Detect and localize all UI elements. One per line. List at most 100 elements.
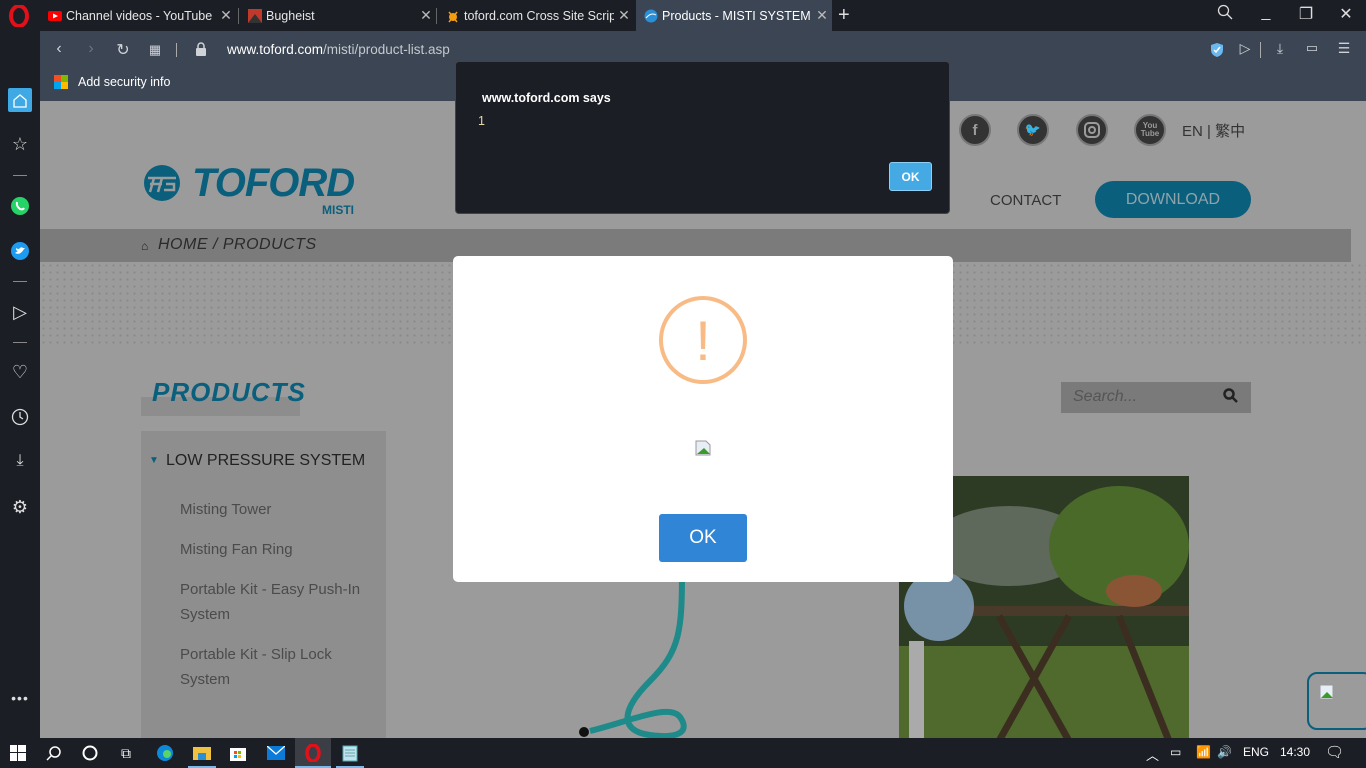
- whatsapp-icon[interactable]: [8, 194, 32, 218]
- lang-separator: |: [1207, 123, 1211, 140]
- swal-ok-button[interactable]: OK: [659, 514, 747, 562]
- search-box[interactable]: Search...: [1061, 382, 1251, 413]
- twitter-icon[interactable]: 🐦: [1017, 114, 1049, 146]
- youtube-icon: [48, 9, 62, 23]
- search-tabs-icon[interactable]: [1210, 4, 1240, 25]
- close-tab-icon[interactable]: ✕: [614, 7, 634, 24]
- twitter-icon[interactable]: [8, 239, 32, 263]
- close-window-button[interactable]: ✕: [1331, 4, 1361, 24]
- product-image-hose[interactable]: [570, 571, 750, 738]
- send-icon[interactable]: ▷: [1235, 40, 1255, 57]
- divider: [13, 342, 27, 343]
- action-center-icon[interactable]: 🗨: [1325, 743, 1344, 761]
- battery-saver-icon[interactable]: ▭: [1302, 40, 1322, 56]
- download-icon[interactable]: ⤓: [1270, 40, 1290, 57]
- menu-item[interactable]: Misting Fan Ring: [180, 537, 380, 562]
- tabs-grid-icon[interactable]: ▦: [145, 42, 165, 58]
- product-menu: ▼ LOW PRESSURE SYSTEM Misting Tower Mist…: [141, 431, 386, 738]
- forward-icon[interactable]: ›: [81, 40, 101, 58]
- alert-ok-button[interactable]: OK: [889, 162, 932, 191]
- url-domain: www.toford.com: [227, 42, 324, 57]
- opera-menu-icon[interactable]: [8, 5, 30, 27]
- minimize-button[interactable]: _: [1251, 4, 1281, 22]
- download-icon[interactable]: ⤓: [8, 449, 32, 473]
- tab-xss-report[interactable]: toford.com Cross Site Scripting ✕: [438, 0, 634, 31]
- microsoft-icon: [54, 75, 68, 89]
- divider: [13, 281, 27, 282]
- menu-item[interactable]: Portable Kit - Slip Lock System: [180, 642, 380, 692]
- lock-icon[interactable]: [195, 42, 207, 57]
- divider: [13, 175, 27, 176]
- close-tab-icon[interactable]: ✕: [216, 7, 236, 24]
- show-hidden-icons[interactable]: ︿: [1146, 745, 1159, 764]
- battery-icon[interactable]: ▭: [1170, 745, 1181, 759]
- language-switch: EN | 繁中: [1182, 120, 1245, 141]
- menu-category[interactable]: LOW PRESSURE SYSTEM: [166, 452, 365, 470]
- floating-widget[interactable]: [1307, 672, 1366, 730]
- cortana-icon[interactable]: [72, 738, 108, 768]
- heart-icon[interactable]: ♡: [8, 360, 32, 384]
- tab-bar: Channel videos - YouTube Studio ✕ Bughei…: [0, 0, 1366, 31]
- back-icon[interactable]: ‹: [49, 40, 69, 58]
- windows-taskbar: ⧉ ︿ ▭ 📶 🔊 ENG 14:30 🗨: [0, 738, 1366, 768]
- lang-en[interactable]: EN: [1182, 123, 1203, 140]
- search-input[interactable]: Search...: [1073, 388, 1137, 406]
- youtube-icon[interactable]: You Tube: [1134, 114, 1166, 146]
- breadcrumb[interactable]: HOME / PRODUCTS: [158, 236, 317, 254]
- tab-products[interactable]: Products - MISTI SYSTEM ✕: [636, 0, 832, 31]
- start-icon[interactable]: [0, 738, 36, 768]
- alert-message: 1: [478, 114, 485, 128]
- instagram-icon[interactable]: [1076, 114, 1108, 146]
- divider: [176, 43, 177, 57]
- home-icon[interactable]: ⌂: [141, 239, 148, 253]
- volume-icon[interactable]: 🔊: [1217, 745, 1232, 759]
- nav-contact[interactable]: CONTACT: [990, 192, 1061, 209]
- input-language[interactable]: ENG: [1243, 745, 1269, 759]
- bookmark-add-security-info[interactable]: Add security info: [78, 75, 170, 89]
- caret-down-icon: ▼: [149, 455, 159, 466]
- menu-item[interactable]: Misting Tower: [180, 497, 380, 522]
- toford-logo-icon[interactable]: [140, 164, 184, 202]
- page-title: PRODUCTS: [152, 377, 306, 407]
- settings-icon[interactable]: ⚙: [8, 495, 32, 519]
- star-icon[interactable]: ☆: [8, 132, 32, 156]
- task-view-icon[interactable]: ⧉: [108, 738, 144, 768]
- more-icon[interactable]: •••: [8, 686, 32, 710]
- lang-zh[interactable]: 繁中: [1215, 123, 1245, 140]
- mail-icon[interactable]: [258, 738, 294, 768]
- reload-icon[interactable]: ↻: [113, 40, 133, 60]
- history-icon[interactable]: [8, 405, 32, 429]
- restore-button[interactable]: ❐: [1291, 4, 1321, 24]
- wifi-icon[interactable]: 📶: [1196, 745, 1211, 759]
- new-tab-button[interactable]: +: [838, 4, 850, 27]
- edge-icon[interactable]: [147, 738, 183, 768]
- bugheist-icon: [248, 8, 262, 23]
- search-icon[interactable]: [36, 738, 72, 768]
- close-tab-icon[interactable]: ✕: [416, 7, 436, 24]
- js-alert-dialog: www.toford.com says 1 OK: [456, 62, 949, 213]
- close-tab-icon[interactable]: ✕: [812, 7, 832, 24]
- store-icon[interactable]: [220, 738, 256, 768]
- broken-image-icon: [1319, 684, 1334, 700]
- url-field[interactable]: www.toford.com/misti/product-list.asp: [227, 42, 450, 57]
- download-button[interactable]: DOWNLOAD: [1095, 181, 1251, 218]
- clock[interactable]: 14:30: [1280, 745, 1310, 759]
- home-icon[interactable]: [8, 88, 32, 112]
- search-icon[interactable]: [1223, 388, 1238, 407]
- opera-taskbar-icon[interactable]: [295, 738, 331, 768]
- tab-separator: [238, 8, 239, 24]
- menu-item[interactable]: Portable Kit - Easy Push-In System: [180, 577, 380, 627]
- file-explorer-icon[interactable]: [184, 738, 220, 768]
- notepad-icon[interactable]: [332, 738, 368, 768]
- site-logo[interactable]: TOFORD: [192, 161, 355, 206]
- facebook-icon[interactable]: f: [959, 114, 991, 146]
- tab-title: Bugheist: [266, 8, 315, 23]
- tab-youtube[interactable]: Channel videos - YouTube Studio ✕: [40, 0, 236, 31]
- alert-title: www.toford.com says: [482, 91, 611, 105]
- tab-bugheist[interactable]: Bugheist ✕: [240, 0, 436, 31]
- send-icon[interactable]: ▷: [8, 300, 32, 324]
- warning-icon: !: [659, 296, 747, 384]
- vpn-shield-icon[interactable]: [1210, 42, 1224, 58]
- broken-image-icon: [695, 440, 711, 456]
- easy-setup-icon[interactable]: ☰: [1334, 40, 1354, 57]
